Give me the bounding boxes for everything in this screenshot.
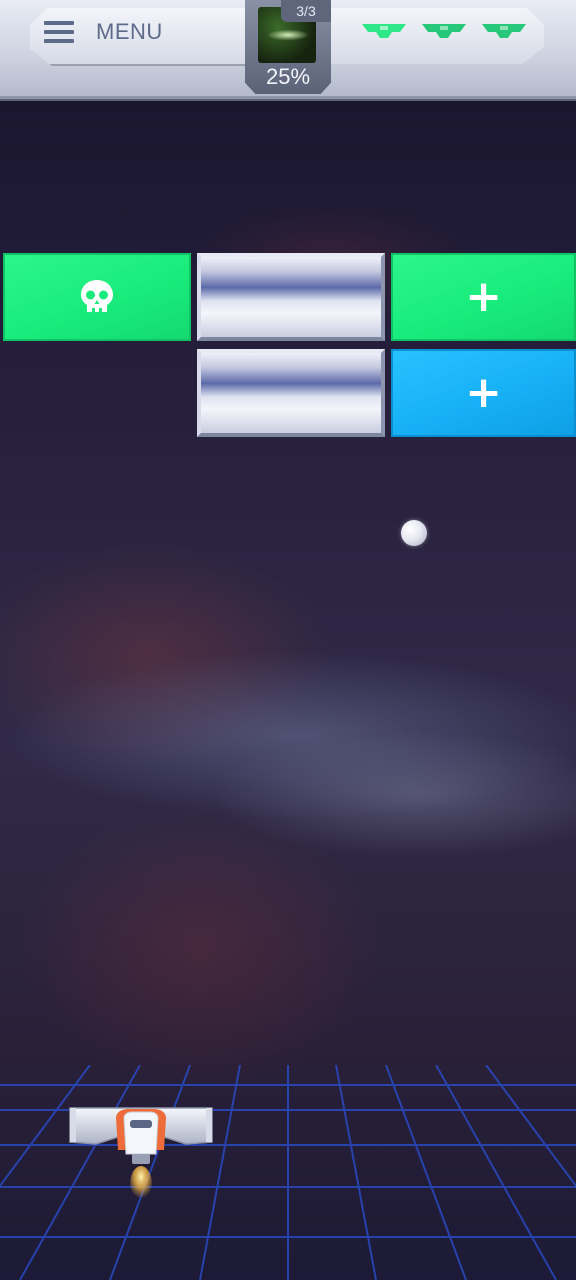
life-icon-3 <box>480 20 528 42</box>
hamburger-icon <box>44 19 74 45</box>
brick-metal <box>197 253 385 341</box>
top-hud-bar: MENU 3/3 25% <box>0 0 576 99</box>
life-icon-1 <box>360 20 408 42</box>
skull-icon <box>5 255 189 339</box>
menu-label: MENU <box>96 19 163 44</box>
menu-button[interactable]: MENU <box>44 14 194 50</box>
plus-icon: + <box>465 367 502 418</box>
level-progress: 25% <box>265 64 311 89</box>
level-count: 3/3 <box>281 0 331 22</box>
ball <box>401 520 427 546</box>
lives-indicator <box>360 20 528 44</box>
brick-blue-plus: + <box>391 349 576 437</box>
brick-green-plus: + <box>391 253 576 341</box>
brick-metal <box>197 349 385 437</box>
life-icon-2 <box>420 20 468 42</box>
brick-green-skull <box>3 253 191 341</box>
level-panel: 3/3 25% <box>245 0 331 94</box>
plus-icon: + <box>465 271 502 322</box>
spaceship-paddle[interactable] <box>66 1104 216 1204</box>
